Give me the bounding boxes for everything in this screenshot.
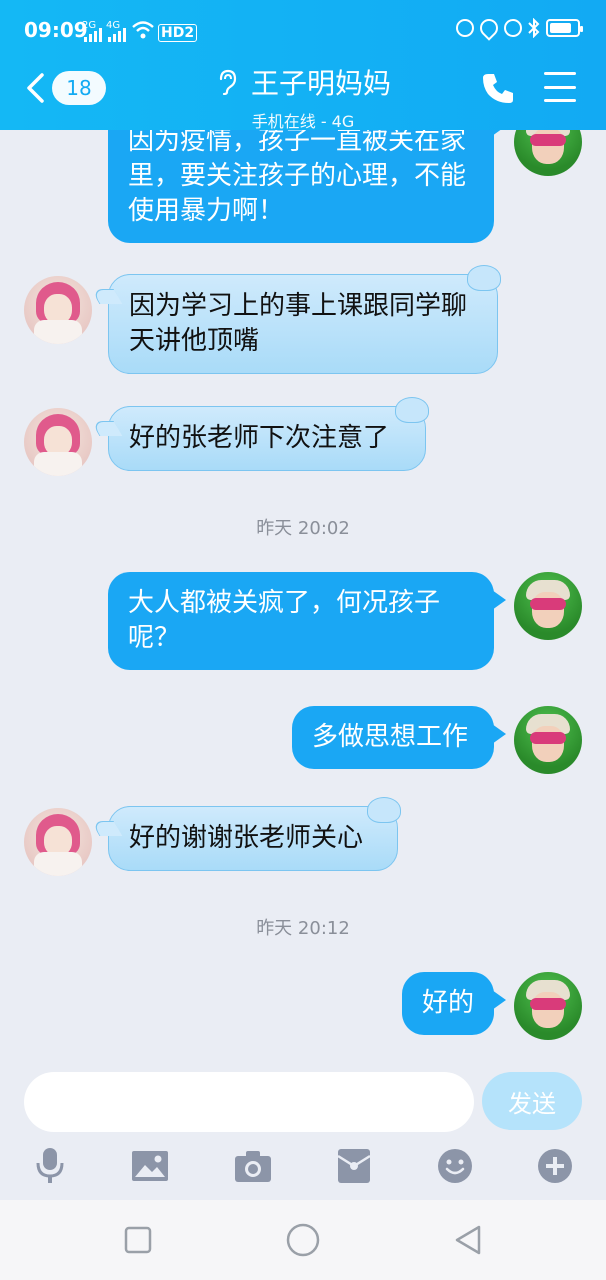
camera-button[interactable]	[230, 1146, 276, 1186]
bluetooth-icon	[528, 18, 540, 38]
system-nav-bar	[0, 1200, 606, 1280]
contact-avatar[interactable]	[24, 408, 92, 476]
my-avatar[interactable]	[514, 130, 582, 176]
battery-icon	[546, 19, 583, 37]
camera-icon	[235, 1151, 271, 1182]
message-timestamp: 昨天 20:02	[256, 518, 350, 539]
message-text: 好的谢谢张老师关心	[129, 823, 364, 853]
my-avatar[interactable]	[514, 572, 582, 640]
recent-apps-icon[interactable]	[120, 1222, 156, 1258]
image-icon	[132, 1151, 168, 1181]
composer: 发送	[0, 1060, 606, 1200]
voice-button[interactable]	[28, 1146, 72, 1186]
message-bubble-received[interactable]: 好的谢谢张老师关心	[108, 797, 401, 871]
message-text: 好的张老师下次注意了	[129, 423, 390, 453]
more-button[interactable]	[534, 1146, 576, 1186]
lock-rotation-icon	[456, 19, 474, 37]
signal-icon	[84, 28, 102, 42]
chat-header: 09:09 2G 4G HD2 18 王子明妈妈 手机在线 - 4G	[0, 0, 606, 131]
bubble-decoration	[467, 265, 501, 291]
hd-label: HD2	[158, 24, 198, 42]
status-icons	[456, 15, 583, 41]
image-button[interactable]	[130, 1146, 170, 1186]
my-avatar[interactable]	[514, 972, 582, 1040]
contact-avatar[interactable]	[24, 276, 92, 344]
message-input[interactable]	[24, 1072, 474, 1132]
smiley-icon	[438, 1149, 472, 1183]
message-bubble-received[interactable]: 因为学习上的事上课跟同学聊天讲他顶嘴	[108, 265, 501, 374]
wifi-icon	[132, 21, 154, 39]
chat-title: 王子明妈妈	[250, 67, 391, 100]
microphone-icon	[36, 1148, 64, 1183]
home-icon[interactable]	[285, 1222, 321, 1258]
message-bubble-sent[interactable]: 好的	[402, 972, 506, 1035]
alarm-icon	[504, 19, 522, 37]
status-bar: 09:09 2G 4G HD2	[0, 0, 606, 60]
message-bubble-received[interactable]: 好的张老师下次注意了	[108, 397, 429, 471]
message-bubble-sent[interactable]: 多做思想工作	[292, 706, 506, 769]
send-button[interactable]: 发送	[482, 1072, 582, 1130]
online-status: 手机在线 - 4G	[251, 112, 355, 131]
phone-icon[interactable]	[480, 70, 516, 106]
bubble-decoration	[367, 797, 401, 823]
composer-toolbar	[0, 1146, 606, 1190]
message-text: 因为学习上的事上课跟同学聊天讲他顶嘴	[129, 291, 468, 356]
red-envelope-icon	[337, 1149, 371, 1183]
back-triangle-icon[interactable]	[450, 1222, 486, 1258]
message-bubble-sent[interactable]: 大人都被关疯了，何况孩子呢？	[108, 572, 506, 670]
emoji-button[interactable]	[434, 1146, 476, 1186]
message-list[interactable]: 因为疫情，孩子一直被关在家里，要关注孩子的心理，不能使用暴力啊！ 因为学习上的事…	[0, 130, 606, 1060]
contact-avatar[interactable]	[24, 808, 92, 876]
signal-icon-2	[108, 28, 126, 42]
plus-icon	[538, 1149, 572, 1183]
red-envelope-button[interactable]	[334, 1146, 374, 1186]
status-time: 09:09	[24, 18, 88, 42]
message-timestamp: 昨天 20:12	[256, 918, 350, 939]
my-avatar[interactable]	[514, 706, 582, 774]
ear-icon	[219, 69, 237, 95]
message-bubble-sent[interactable]: 因为疫情，孩子一直被关在家里，要关注孩子的心理，不能使用暴力啊！	[108, 130, 506, 243]
location-icon	[476, 15, 502, 41]
bubble-decoration	[395, 397, 429, 423]
menu-icon[interactable]	[544, 72, 576, 102]
